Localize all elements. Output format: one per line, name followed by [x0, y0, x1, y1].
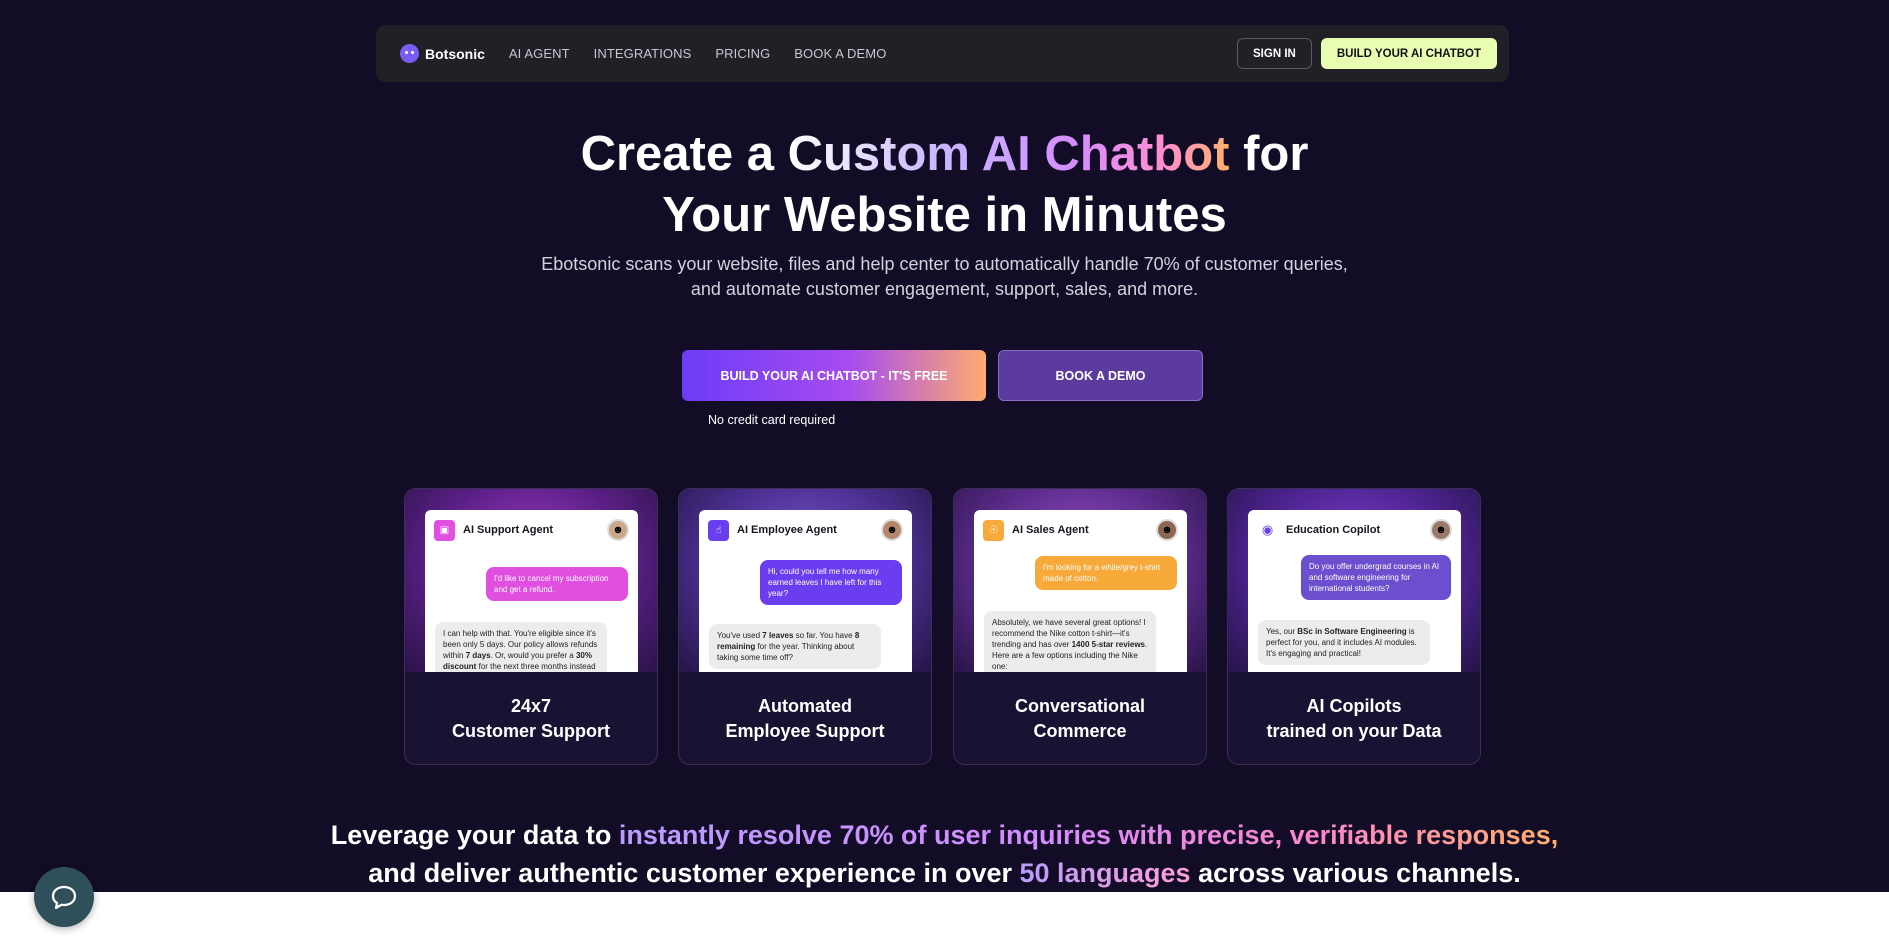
bot-bold: 1400 5-star reviews: [1071, 640, 1145, 649]
feature-card-copilot[interactable]: ◉ Education Copilot ☻ Do you offer under…: [1227, 488, 1481, 765]
nav-link-integrations[interactable]: INTEGRATIONS: [594, 46, 692, 61]
chat-title: Education Copilot: [1286, 524, 1381, 536]
bot-message: You've used 7 leaves so far. You have 8 …: [709, 624, 881, 669]
chat-preview: ◉ Education Copilot ☻ Do you offer under…: [1248, 510, 1461, 672]
bot-message: Absolutely, we have several great option…: [984, 611, 1156, 672]
avatar: ☻: [881, 519, 903, 541]
top-nav: Botsonic AI AGENT INTEGRATIONS PRICING B…: [376, 25, 1509, 82]
card-label-line-1: 24x7: [510, 696, 552, 716]
nav-link-book-demo[interactable]: BOOK A DEMO: [794, 46, 886, 61]
chat-bubble-icon: [51, 885, 77, 910]
hero-subtitle: Ebotsonic scans your website, files and …: [0, 252, 1889, 302]
bot-text: . Or, would you prefer a: [490, 651, 576, 660]
clipboard-icon: ▣: [434, 519, 455, 541]
user-message: I'd like to cancel my subscription and g…: [486, 567, 628, 601]
card-label: Automated Employee Support: [679, 672, 931, 764]
chat-header: ▣ AI Support Agent ☻: [425, 510, 638, 550]
book-demo-button[interactable]: BOOK A DEMO: [998, 350, 1203, 401]
build-chatbot-button[interactable]: BUILD YOUR AI CHATBOT: [1320, 38, 1497, 69]
chat-preview: ☝ AI Employee Agent ☻ Hi, could you tell…: [699, 510, 912, 672]
chat-title: AI Sales Agent: [1012, 524, 1089, 536]
feature-card-commerce[interactable]: ☉ AI Sales Agent ☻ I'm looking for a whi…: [953, 488, 1207, 765]
sign-in-button[interactable]: SIGN IN: [1237, 38, 1312, 69]
nav-link-pricing[interactable]: PRICING: [715, 46, 770, 61]
value-statement: Leverage your data to instantly resolve …: [0, 816, 1889, 892]
statement-text: Leverage your data to: [330, 820, 619, 850]
avatar: ☻: [607, 519, 629, 541]
no-credit-card-note: No credit card required: [708, 413, 836, 427]
chat-launcher-button[interactable]: [34, 867, 94, 927]
statement-text: across various channels.: [1190, 858, 1521, 888]
card-label: Conversational Commerce: [954, 672, 1206, 764]
brand-name: Botsonic: [425, 45, 485, 62]
hero-subtitle-line-2: and automate customer engagement, suppor…: [690, 279, 1199, 299]
robot-icon: [400, 44, 419, 63]
bot-bold: 7 leaves: [762, 631, 794, 640]
hero-title-highlight: Custom AI Chatbot: [787, 127, 1230, 181]
chat-header: ☉ AI Sales Agent ☻: [974, 510, 1187, 550]
card-label-line-2: trained on your Data: [1266, 721, 1442, 741]
page: Botsonic AI AGENT INTEGRATIONS PRICING B…: [0, 0, 1889, 892]
user-message: I'm looking for a white/grey t-shirt mad…: [1035, 556, 1177, 590]
nav-link-ai-agent[interactable]: AI AGENT: [509, 46, 570, 61]
chat-title: AI Employee Agent: [737, 524, 837, 536]
hero-title-part-3: for: [1229, 127, 1309, 181]
bot-bold: BSc in Software Engineering: [1297, 627, 1407, 636]
hero-title: Create a Custom AI Chatbot for Your Webs…: [0, 124, 1889, 246]
card-label-line-2: Employee Support: [725, 721, 885, 741]
hand-icon: ☝: [708, 519, 729, 541]
feature-card-employee[interactable]: ☝ AI Employee Agent ☻ Hi, could you tell…: [678, 488, 932, 765]
bot-message: I can help with that. You're eligible si…: [435, 622, 607, 672]
build-free-button[interactable]: BUILD YOUR AI CHATBOT - IT'S FREE: [682, 350, 986, 401]
chat-header: ◉ Education Copilot ☻: [1248, 510, 1461, 550]
card-label-line-1: Conversational: [1014, 696, 1146, 716]
bot-message: Yes, our BSc in Software Engineering is …: [1258, 620, 1430, 665]
robot-icon: ◉: [1257, 519, 1278, 541]
bot-text: You've used: [717, 631, 763, 640]
feature-card-support[interactable]: ▣ AI Support Agent ☻ I'd like to cancel …: [404, 488, 658, 765]
card-label-line-2: Commerce: [1033, 721, 1127, 741]
avatar: ☻: [1156, 519, 1178, 541]
statement-highlight: 50 languages: [1019, 858, 1191, 888]
card-label: AI Copilots trained on your Data: [1228, 672, 1480, 764]
hero-subtitle-line-1: Ebotsonic scans your website, files and …: [541, 254, 1348, 274]
chat-title: AI Support Agent: [463, 524, 554, 536]
bot-bold: 7 days: [465, 651, 491, 660]
brand-logo[interactable]: Botsonic: [400, 44, 485, 63]
hero-title-line-2: Your Website in Minutes: [662, 188, 1227, 242]
hero-title-part-1: Create a: [580, 127, 788, 181]
statement-highlight: instantly resolve 70% of user inquiries …: [618, 820, 1559, 850]
chat-header: ☝ AI Employee Agent ☻: [699, 510, 912, 550]
bot-text: so far. You have: [793, 631, 855, 640]
card-label-line-2: Customer Support: [451, 721, 610, 741]
user-message: Do you offer undergrad courses in AI and…: [1301, 555, 1451, 600]
cart-icon: ☉: [983, 519, 1004, 541]
card-label-line-1: Automated: [758, 696, 852, 716]
chat-preview: ☉ AI Sales Agent ☻ I'm looking for a whi…: [974, 510, 1187, 672]
user-message: Hi, could you tell me how many earned le…: [760, 560, 902, 605]
avatar: ☻: [1430, 519, 1452, 541]
bot-text: Yes, our: [1266, 627, 1298, 636]
card-label: 24x7 Customer Support: [405, 672, 657, 764]
card-label-line-1: AI Copilots: [1306, 696, 1402, 716]
statement-text: and deliver authentic customer experienc…: [368, 858, 1020, 888]
chat-preview: ▣ AI Support Agent ☻ I'd like to cancel …: [425, 510, 638, 672]
